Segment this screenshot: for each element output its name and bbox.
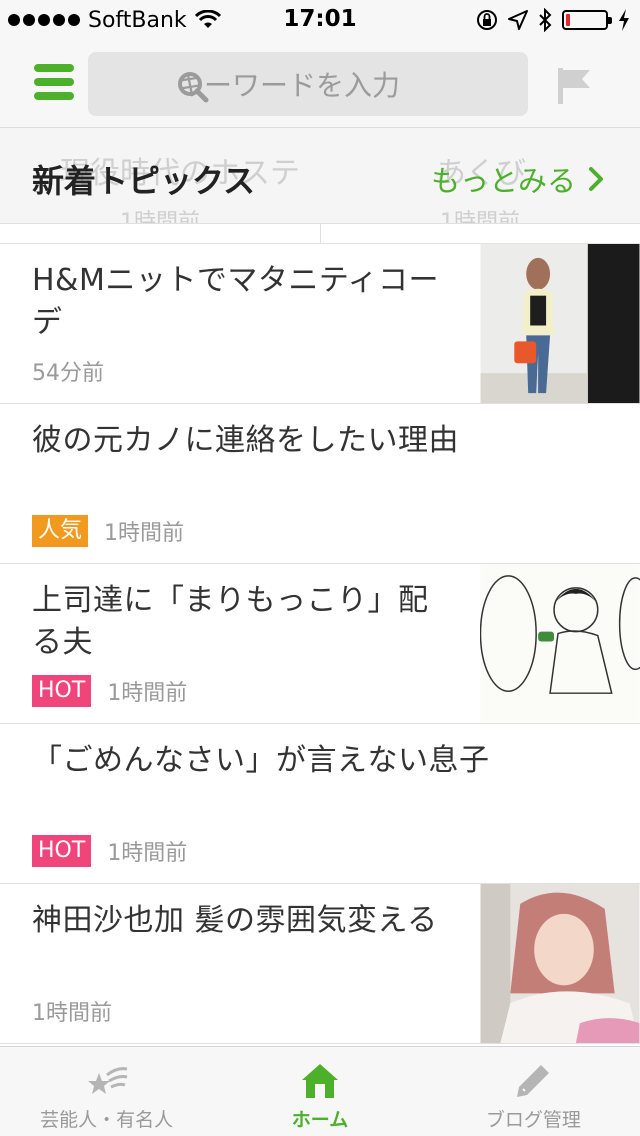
chevron-right-icon bbox=[589, 167, 603, 191]
pencil-icon bbox=[517, 1065, 550, 1097]
article-item[interactable]: 神田沙也加 髪の雰囲気変える 1時間前 bbox=[0, 884, 640, 1044]
home-icon bbox=[301, 1064, 338, 1098]
article-item[interactable]: 彼の元カノに連絡をしたい理由 人気 1時間前 bbox=[0, 404, 640, 564]
status-bar: SoftBank 17:01 bbox=[0, 0, 640, 40]
rotation-lock-icon bbox=[477, 10, 497, 30]
location-icon bbox=[508, 10, 528, 30]
topics-carousel-strip bbox=[0, 224, 640, 244]
star-icon bbox=[87, 1067, 128, 1094]
see-more-link[interactable]: もっとみる bbox=[431, 158, 604, 200]
battery-icon bbox=[562, 10, 612, 30]
tab-home[interactable]: ホーム bbox=[213, 1047, 426, 1136]
article-item[interactable]: 上司達に「まりもっこり」配る夫 HOT 1時間前 bbox=[0, 564, 640, 724]
article-item[interactable]: 「ごめんなさい」が言えない息子 HOT 1時間前 bbox=[0, 724, 640, 884]
article-title: 神田沙也加 髪の雰囲気変える bbox=[32, 903, 438, 938]
article-list: H&Mニットでマタニティコーデ 54分前 彼の元カノに連絡をしたい理由 人気 1… bbox=[0, 244, 640, 1044]
article-time: 1時間前 bbox=[107, 681, 188, 706]
article-title: 彼の元カノに連絡をしたい理由 bbox=[32, 423, 459, 458]
article-title: 「ごめんなさい」が言えない息子 bbox=[32, 743, 490, 778]
hot-badge: HOT bbox=[32, 835, 92, 867]
top-bar: キーワードを入力 bbox=[0, 40, 640, 128]
popular-badge: 人気 bbox=[32, 515, 89, 547]
article-thumbnail bbox=[480, 884, 640, 1043]
bluetooth-icon bbox=[539, 8, 552, 32]
behind-topic-time: 1時間前 bbox=[440, 210, 520, 224]
tab-blog-manage[interactable]: ブログ管理 bbox=[427, 1047, 640, 1136]
see-more-label: もっとみる bbox=[430, 164, 576, 198]
article-thumbnail bbox=[480, 244, 640, 403]
tab-celebrities[interactable]: 芸能人・有名人 bbox=[0, 1047, 213, 1136]
tab-bar: 芸能人・有名人 ホーム ブログ管理 bbox=[0, 1046, 640, 1136]
search-icon bbox=[178, 72, 209, 103]
article-time: 1時間前 bbox=[107, 841, 188, 866]
article-time: 1時間前 bbox=[32, 1001, 112, 1026]
menu-icon[interactable] bbox=[34, 64, 74, 100]
flag-icon[interactable] bbox=[552, 68, 596, 104]
search-input[interactable]: キーワードを入力 bbox=[88, 52, 528, 116]
battery-level bbox=[566, 14, 570, 26]
article-title: H&Mニットでマタニティコーデ bbox=[32, 263, 440, 340]
article-title: 上司達に「まりもっこり」配る夫 bbox=[32, 583, 429, 660]
charging-icon bbox=[619, 9, 629, 31]
section-title: 新着トピックス bbox=[32, 162, 256, 200]
article-item[interactable]: H&Mニットでマタニティコーデ 54分前 bbox=[0, 244, 640, 404]
tab-label: 芸能人・有名人 bbox=[40, 1109, 174, 1131]
hot-badge: HOT bbox=[32, 675, 92, 707]
article-meta: 54分前 bbox=[32, 355, 104, 387]
divider bbox=[320, 224, 321, 244]
behind-topic-time: 1時間前 bbox=[120, 210, 200, 224]
article-thumbnail bbox=[480, 564, 640, 723]
article-time: 1時間前 bbox=[104, 521, 185, 546]
article-time: 54分前 bbox=[32, 361, 104, 386]
tab-label: ホーム bbox=[291, 1109, 349, 1131]
article-meta: HOT 1時間前 bbox=[32, 675, 187, 707]
article-meta: 1時間前 bbox=[32, 995, 112, 1027]
article-meta: HOT 1時間前 bbox=[32, 835, 187, 867]
tab-label: ブログ管理 bbox=[485, 1109, 581, 1131]
article-meta: 人気 1時間前 bbox=[32, 515, 184, 547]
new-topics-header: 現役時代のホステ あくび 1時間前 1時間前 新着トピックス もっとみる bbox=[0, 128, 640, 224]
